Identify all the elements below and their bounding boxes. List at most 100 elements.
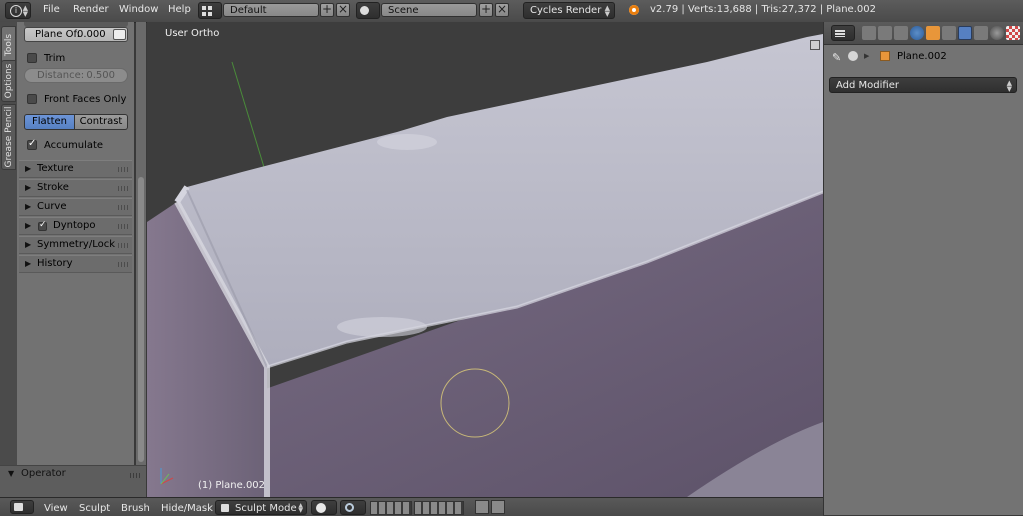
scene-tab-icon[interactable] [894, 26, 908, 40]
region-toggle-plus-icon[interactable] [810, 40, 820, 50]
panel-stroke[interactable]: ▶ Stroke [19, 179, 132, 197]
drag-grip-icon[interactable] [118, 262, 128, 267]
flatten-button[interactable]: Flatten [24, 114, 75, 130]
view-label: User Ortho [165, 28, 220, 39]
editor-type-button[interactable]: i ▲ ▼ [5, 2, 31, 19]
info-icon: i [10, 5, 22, 17]
drag-grip-icon[interactable] [130, 473, 140, 478]
3d-viewport[interactable]: User Ortho (1) Plane.002 [147, 22, 823, 497]
scene-field[interactable]: Scene [381, 3, 477, 17]
layers-grid-1[interactable] [370, 501, 412, 515]
add-screen-button[interactable]: + [320, 3, 334, 17]
panel-curve[interactable]: ▶ Curve [19, 198, 132, 216]
panel-dyntopo[interactable]: ▶ ✓ Dyntopo [19, 217, 132, 235]
viewport-shading-select[interactable] [311, 500, 337, 515]
properties-header [823, 22, 1023, 45]
expand-arrow-icon: ▶ [25, 202, 32, 211]
active-object-label: (1) Plane.002 [198, 480, 266, 491]
menu-sculpt[interactable]: Sculpt [79, 503, 110, 514]
front-faces-checkbox[interactable] [27, 94, 37, 104]
drag-grip-icon[interactable] [118, 167, 128, 172]
dyntopo-checkbox[interactable]: ✓ [38, 220, 47, 231]
constraints-tab-icon[interactable] [942, 26, 956, 40]
breadcrumb-object-name: Plane.002 [897, 51, 947, 62]
menu-file[interactable]: File [43, 4, 60, 15]
tab-tools-label: Tools [3, 33, 14, 57]
menu-view[interactable]: View [44, 503, 68, 514]
add-scene-button[interactable]: + [479, 3, 493, 17]
operator-label: Operator [21, 468, 66, 479]
drag-grip-icon[interactable] [118, 224, 128, 229]
screen-layout-icon-button[interactable] [198, 2, 222, 19]
remove-scene-button[interactable]: × [495, 3, 509, 17]
chevron-updown-icon: ▲ ▼ [1006, 79, 1012, 93]
drag-grip-icon[interactable] [118, 243, 128, 248]
sculpt-mode-icon [221, 504, 229, 512]
render-preview-icon[interactable] [475, 500, 489, 514]
modifiers-tab-icon[interactable] [958, 26, 972, 40]
chevron-updown-icon: ▲ ▼ [22, 4, 28, 18]
close-icon: × [337, 2, 349, 16]
pivot-icon [345, 503, 354, 512]
scene-icon-button[interactable] [356, 2, 380, 19]
menu-brush[interactable]: Brush [121, 503, 150, 514]
tab-grease-pencil[interactable]: Grease Pencil [1, 104, 16, 170]
drag-grip-icon[interactable] [118, 186, 128, 191]
expand-arrow-icon: ▶ [25, 183, 32, 192]
pin-icon[interactable]: ✎ [832, 51, 841, 64]
trim-label: Trim [44, 53, 66, 64]
distance-label: Distance: [37, 70, 85, 81]
trim-checkbox[interactable] [27, 53, 37, 63]
texture-tab-icon[interactable] [1006, 26, 1020, 40]
contrast-button[interactable]: Contrast [75, 114, 128, 130]
viewport-header: View Sculpt Brush Hide/Mask Sculpt Mode … [0, 497, 823, 516]
render-animation-icon[interactable] [491, 500, 505, 514]
plane-offset-label: Plane Of: [35, 29, 81, 40]
menu-window[interactable]: Window [119, 4, 158, 15]
panel-history[interactable]: ▶ History [19, 255, 132, 273]
data-tab-icon[interactable] [974, 26, 988, 40]
editor-type-button[interactable] [831, 25, 855, 41]
panel-texture-label: Texture [37, 163, 74, 174]
layers-grid-2[interactable] [414, 501, 464, 515]
render-layers-tab-icon[interactable] [878, 26, 892, 40]
panel-symmetry-lock[interactable]: ▶ Symmetry/Lock [19, 236, 132, 254]
mode-select[interactable]: Sculpt Mode ▲ ▼ [215, 500, 307, 515]
object-tab-icon[interactable] [926, 26, 940, 40]
chevron-updown-icon: ▲ ▼ [604, 4, 610, 18]
plane-offset-field[interactable]: Plane Of: 0.000 [24, 27, 128, 42]
screen-layout-field[interactable]: Default [223, 3, 319, 17]
add-modifier-label: Add Modifier [836, 80, 899, 91]
menu-hide-mask[interactable]: Hide/Mask [161, 503, 213, 514]
tool-shelf-scrollbar[interactable] [136, 22, 146, 465]
render-engine-label: Cycles Render [530, 5, 602, 16]
render-engine-select[interactable]: Cycles Render ▲ ▼ [523, 2, 615, 19]
material-tab-icon[interactable] [990, 26, 1004, 40]
drag-grip-icon[interactable] [118, 205, 128, 210]
front-faces-label: Front Faces Only [44, 94, 127, 105]
breadcrumb-arrow-icon: ▶ [864, 52, 870, 60]
panel-texture[interactable]: ▶ Texture [19, 160, 132, 178]
tab-tools[interactable]: Tools [1, 26, 16, 64]
expand-arrow-icon: ▶ [25, 240, 32, 249]
mode-label: Sculpt Mode [235, 503, 297, 514]
checkmark-icon: ✓ [39, 220, 47, 230]
pivot-select[interactable] [340, 500, 366, 515]
menu-help[interactable]: Help [168, 4, 191, 15]
scrollbar-thumb[interactable] [138, 177, 144, 462]
panel-dyntopo-label: Dyntopo [53, 220, 96, 231]
render-tab-icon[interactable] [862, 26, 876, 40]
tab-options[interactable]: Options [1, 60, 16, 102]
remove-screen-button[interactable]: × [336, 3, 350, 17]
accumulate-checkbox[interactable]: ✓ [27, 138, 37, 150]
expand-arrow-icon: ▶ [25, 164, 32, 173]
distance-field[interactable]: Distance: 0.500 [24, 68, 128, 83]
operator-panel[interactable]: ▼ Operator [0, 465, 146, 498]
menu-render[interactable]: Render [73, 4, 109, 15]
accumulate-label: Accumulate [44, 140, 104, 151]
lock-icon[interactable] [113, 29, 126, 40]
add-modifier-select[interactable]: Add Modifier ▲ ▼ [829, 77, 1017, 93]
3d-view-icon [14, 503, 23, 511]
world-tab-icon[interactable] [910, 26, 924, 40]
editor-type-button[interactable] [10, 500, 34, 514]
